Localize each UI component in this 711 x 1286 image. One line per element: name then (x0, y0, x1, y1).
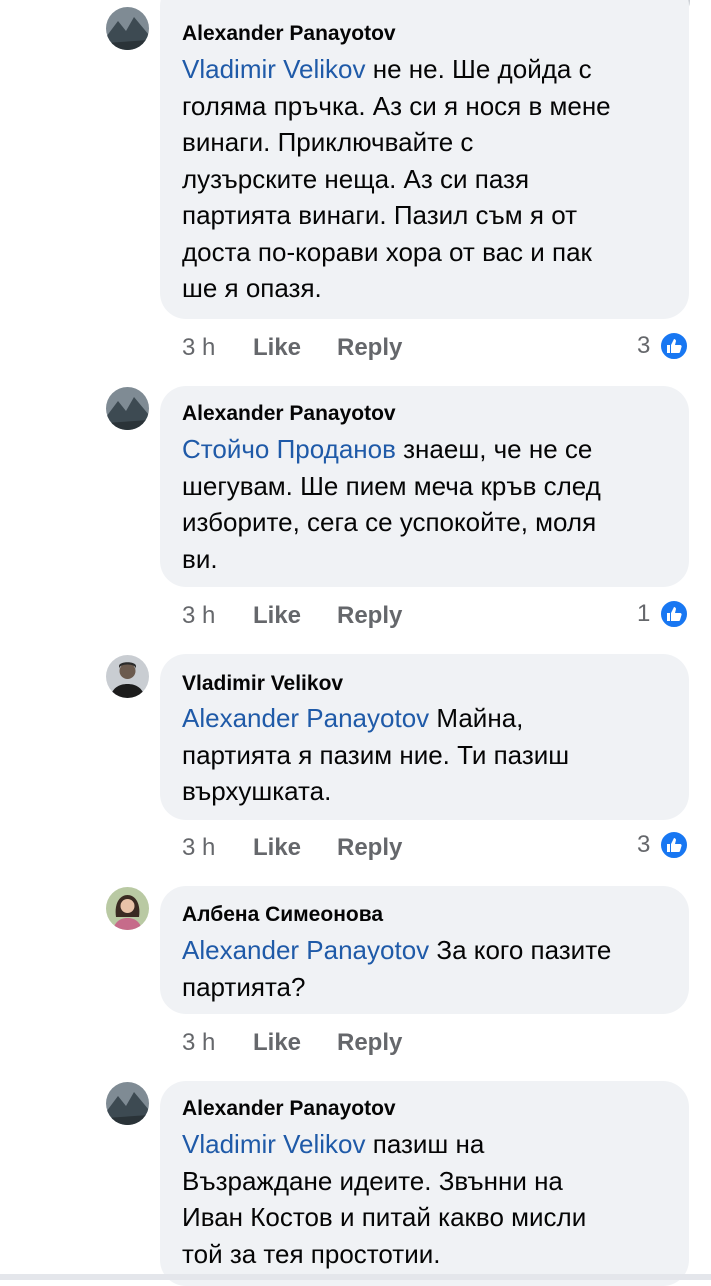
reply-button[interactable]: Reply (337, 334, 402, 362)
mention-link[interactable]: Vladimir Velikov (182, 54, 366, 84)
comment-text: Vladimir Velikov пазиш на Възраждане иде… (182, 1126, 672, 1272)
comment-line: партията я пазим ние. Ти пазиш (182, 739, 570, 770)
comment-line-text: пазиш на (365, 1129, 485, 1159)
comment-line-text: знаеш, че не се (395, 434, 593, 464)
comment-author[interactable]: Vladimir Velikov (182, 672, 343, 696)
comment-line-text: За кого пазите (429, 935, 612, 965)
comment-line: върхушката. (182, 776, 332, 806)
comment-line-text: Майна, (429, 703, 524, 733)
comment-line-text: не не. Ше дойда с (365, 54, 592, 84)
mountain-avatar-icon[interactable] (106, 387, 149, 430)
comment-text: Стойчо Проданов знаеш, че не се шегувам.… (182, 431, 672, 577)
comment-line: лузърските неща. Аз си пазя (182, 163, 530, 194)
woman-avatar-icon[interactable] (106, 887, 149, 930)
comment-timestamp[interactable]: 3 h (182, 334, 215, 362)
comment-line: изборите, сега се успокойте, моля (182, 507, 597, 537)
comment-text: Alexander Panayotov За кого пазите парти… (182, 932, 672, 1005)
comment-line: Стойчо Проданов знаеш, че не се (182, 431, 672, 468)
mountain-avatar-icon[interactable] (106, 7, 149, 50)
comment-text: Alexander Panayotov Майна, партията я па… (182, 700, 672, 810)
mention-link[interactable]: Alexander Panayotov (182, 703, 429, 733)
bottom-divider (0, 1274, 711, 1280)
comment-line: партията? (182, 971, 306, 1002)
mountain-avatar-icon[interactable] (106, 1082, 149, 1125)
comment-line: Vladimir Velikov не не. Ше дойда с (182, 51, 672, 88)
thumbs-up-icon (659, 830, 689, 860)
comment-line: той за тея простотии. (182, 1238, 441, 1269)
comment-line: Alexander Panayotov За кого пазите (182, 932, 672, 969)
comment-author[interactable]: Албена Симеонова (182, 903, 383, 927)
comment-text: Vladimir Velikov не не. Ше дойда с голям… (182, 51, 672, 307)
person-avatar-icon[interactable] (106, 655, 149, 698)
reaction-count: 3 (637, 332, 651, 359)
like-button[interactable]: Like (253, 1029, 301, 1057)
comment-timestamp[interactable]: 3 h (182, 834, 215, 862)
mention-link[interactable]: Vladimir Velikov (182, 1129, 366, 1159)
comment-timestamp[interactable]: 3 h (182, 1029, 215, 1057)
reply-button[interactable]: Reply (337, 602, 402, 630)
comment-line: ше я опазя. (182, 273, 322, 303)
comment-line: шегувам. Ше пием меча кръв след (182, 470, 601, 501)
reply-button[interactable]: Reply (337, 834, 402, 862)
comment-line: партията винаги. Пазил съм я от (182, 200, 577, 230)
comment-line: доста по-корави хора от вас и пак (182, 236, 592, 267)
comment-line: винаги. Приключвайте с (182, 127, 474, 157)
mention-link[interactable]: Alexander Panayotov (182, 935, 429, 965)
comment-bubble: Vladimir Velikov Alexander Panayotov Май… (160, 654, 689, 820)
comment-line: Иван Костов и питай какво мисли (182, 1202, 587, 1232)
reaction-count: 3 (637, 831, 651, 858)
like-button[interactable]: Like (253, 602, 301, 630)
comment-author[interactable]: Alexander Panayotov (182, 1097, 396, 1121)
comment-author[interactable]: Alexander Panayotov (182, 402, 396, 426)
comment-timestamp[interactable]: 3 h (182, 602, 215, 630)
thumbs-up-icon (659, 599, 689, 629)
comment-bubble: Албена Симеонова Alexander Panayotov За … (160, 886, 689, 1014)
comment-line: голяма пръчка. Аз си я нося в мене (182, 90, 611, 121)
comment-line: Възраждане идеите. Звънни на (182, 1165, 563, 1196)
comment-bubble: Alexander Panayotov Стойчо Проданов знае… (160, 386, 689, 587)
mention-link[interactable]: Стойчо Проданов (182, 434, 396, 464)
like-button[interactable]: Like (253, 834, 301, 862)
comment-bubble: Alexander Panayotov Vladimir Velikov не … (160, 0, 689, 319)
comment-line: ви. (182, 543, 218, 574)
reply-button[interactable]: Reply (337, 1029, 402, 1057)
thumbs-up-icon (659, 331, 689, 361)
like-button[interactable]: Like (253, 334, 301, 362)
comment-line: Vladimir Velikov пазиш на (182, 1126, 672, 1163)
comment-bubble: Alexander Panayotov Vladimir Velikov паз… (160, 1081, 689, 1286)
comment-line: Alexander Panayotov Майна, (182, 700, 672, 737)
comment-author[interactable]: Alexander Panayotov (182, 22, 396, 46)
reaction-count: 1 (637, 600, 651, 627)
